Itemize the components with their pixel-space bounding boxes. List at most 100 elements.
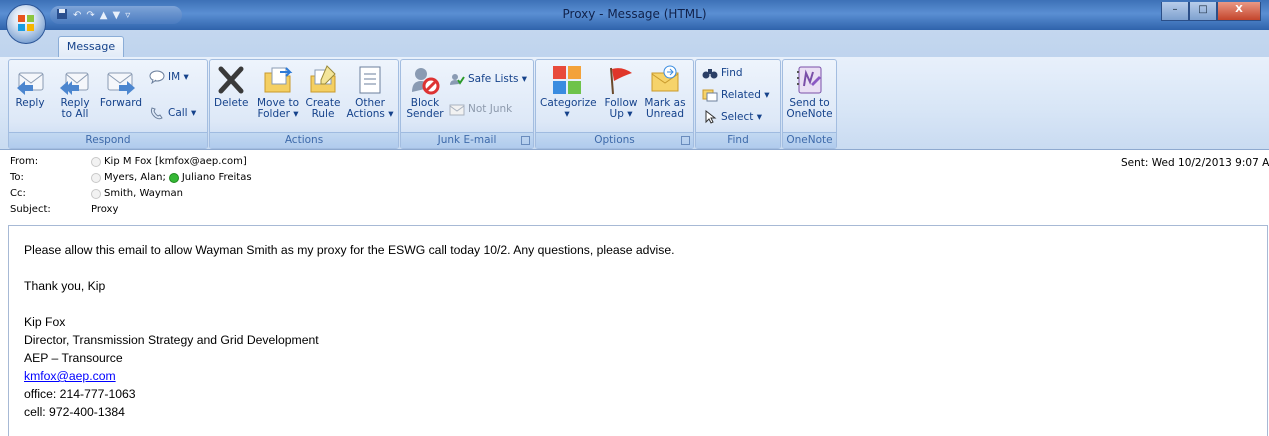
signature-cell-phone: cell: 972-400-1384 bbox=[24, 405, 125, 419]
binoculars-icon bbox=[702, 66, 718, 80]
tab-message[interactable]: Message bbox=[58, 36, 124, 59]
message-body[interactable]: Please allow this email to allow Wayman … bbox=[8, 225, 1268, 436]
minimize-button[interactable]: – bbox=[1161, 2, 1189, 21]
related-icon bbox=[702, 88, 718, 102]
group-title-respond: Respond bbox=[9, 132, 207, 148]
delete-label: Delete bbox=[214, 97, 249, 109]
group-title-find: Find bbox=[696, 132, 780, 148]
chat-bubble-icon bbox=[149, 70, 165, 85]
reply-all-icon bbox=[59, 64, 91, 96]
presence-offline-icon bbox=[91, 156, 101, 167]
group-junk-email: Block Sender Safe Lists ▾ Not Junk Junk … bbox=[400, 59, 534, 149]
subject-label: Subject: bbox=[10, 204, 51, 215]
find-label: Find bbox=[721, 67, 743, 79]
other-actions-button[interactable]: Other Actions ▾ bbox=[346, 64, 394, 120]
sent-value: Wed 10/2/2013 9:07 A bbox=[1151, 157, 1269, 169]
block-sender-button[interactable]: Block Sender bbox=[405, 64, 445, 120]
body-paragraph-1: Please allow this email to allow Wayman … bbox=[24, 243, 675, 257]
block-sender-icon bbox=[409, 64, 441, 96]
onenote-icon bbox=[794, 64, 826, 96]
body-paragraph-2: Thank you, Kip bbox=[24, 279, 106, 293]
group-title-actions: Actions bbox=[210, 132, 398, 148]
window-controls: – □ X bbox=[1161, 2, 1261, 21]
forward-icon bbox=[105, 64, 137, 96]
reply-all-button[interactable]: Reply to All bbox=[55, 64, 95, 120]
not-junk-button[interactable]: Not Junk bbox=[449, 102, 512, 116]
delete-button[interactable]: Delete bbox=[214, 64, 249, 109]
not-junk-envelope-icon bbox=[449, 102, 465, 116]
group-find: Find Related ▾ Select ▾ Find bbox=[695, 59, 781, 149]
select-cursor-icon bbox=[702, 109, 718, 124]
from-field[interactable]: Kip M Fox [kmfox@aep.com] bbox=[91, 156, 247, 167]
group-title-junk: Junk E-mail bbox=[401, 132, 533, 148]
find-button[interactable]: Find bbox=[702, 66, 743, 80]
group-options: Categorize ▾ Follow Up ▾ Mark as Unread … bbox=[535, 59, 694, 149]
categorize-dropdown-label: ▾ bbox=[564, 108, 570, 120]
folder-move-icon bbox=[262, 64, 294, 96]
move-to-folder-button[interactable]: Move to Folder ▾ bbox=[254, 64, 302, 120]
forward-button[interactable]: Forward bbox=[99, 64, 143, 109]
call-button[interactable]: Call ▾ bbox=[149, 106, 196, 120]
create-label-2: Rule bbox=[311, 108, 335, 120]
reply-icon bbox=[14, 64, 46, 96]
office-button[interactable] bbox=[6, 4, 46, 44]
sent-info: Sent: Wed 10/2/2013 9:07 A bbox=[1121, 157, 1269, 169]
mark-label-2: Unread bbox=[646, 108, 684, 120]
categorize-icon bbox=[551, 64, 583, 96]
delete-x-icon bbox=[215, 64, 247, 96]
related-button[interactable]: Related ▾ bbox=[702, 88, 770, 102]
cc-field[interactable]: Smith, Wayman bbox=[91, 188, 183, 199]
presence-offline-icon bbox=[91, 188, 101, 199]
cc-recipient[interactable]: Smith, Wayman bbox=[104, 188, 183, 199]
send-to-onenote-button[interactable]: Send to OneNote bbox=[785, 64, 834, 120]
reply-label: Reply bbox=[15, 97, 45, 109]
to-label: To: bbox=[10, 172, 24, 183]
not-junk-label: Not Junk bbox=[468, 103, 513, 115]
close-button[interactable]: X bbox=[1217, 2, 1261, 21]
related-label: Related ▾ bbox=[721, 89, 770, 101]
from-label: From: bbox=[10, 156, 39, 167]
reply-button[interactable]: Reply bbox=[13, 64, 47, 109]
group-actions: Delete Move to Folder ▾ Create Rule Othe… bbox=[209, 59, 399, 149]
call-label: Call ▾ bbox=[168, 107, 197, 119]
phone-icon bbox=[149, 106, 165, 120]
signature-title: Director, Transmission Strategy and Grid… bbox=[24, 333, 319, 347]
signature-office-phone: office: 214-777-1063 bbox=[24, 387, 136, 401]
safe-lists-button[interactable]: Safe Lists ▾ bbox=[449, 72, 527, 86]
create-rule-icon bbox=[307, 64, 339, 96]
presence-offline-icon bbox=[91, 172, 101, 183]
sent-label: Sent: bbox=[1121, 157, 1149, 169]
safe-lists-label: Safe Lists ▾ bbox=[468, 73, 528, 85]
to-recipient-1[interactable]: Myers, Alan; bbox=[104, 172, 166, 183]
ribbon: Reply Reply to All Forward IM ▾ Call ▾ R… bbox=[0, 57, 1269, 150]
subject-value: Proxy bbox=[91, 204, 119, 215]
ribbon-tab-row: Message bbox=[0, 30, 1269, 59]
select-label: Select ▾ bbox=[721, 111, 763, 123]
group-title-onenote: OneNote bbox=[783, 132, 836, 148]
follow-up-button[interactable]: Follow Up ▾ bbox=[602, 64, 640, 120]
junk-dialog-launcher-icon[interactable] bbox=[521, 136, 530, 145]
create-rule-button[interactable]: Create Rule bbox=[304, 64, 342, 120]
safe-lists-icon bbox=[449, 72, 465, 86]
message-header: From: Kip M Fox [kmfox@aep.com] To: Myer… bbox=[0, 150, 1269, 222]
categorize-button[interactable]: Categorize ▾ bbox=[540, 64, 597, 120]
group-respond: Reply Reply to All Forward IM ▾ Call ▾ R… bbox=[8, 59, 208, 149]
presence-online-icon bbox=[168, 172, 179, 183]
signature-name: Kip Fox bbox=[24, 315, 66, 329]
to-field[interactable]: Myers, Alan; Juliano Freitas bbox=[91, 172, 252, 183]
im-button[interactable]: IM ▾ bbox=[149, 70, 189, 85]
maximize-button[interactable]: □ bbox=[1189, 2, 1217, 21]
onenote-label-2: OneNote bbox=[786, 108, 833, 120]
other-actions-icon bbox=[354, 64, 386, 96]
message-body-text: Please allow this email to allow Wayman … bbox=[24, 241, 675, 421]
to-recipient-2[interactable]: Juliano Freitas bbox=[182, 172, 252, 183]
select-button[interactable]: Select ▾ bbox=[702, 109, 763, 124]
from-value: Kip M Fox [kmfox@aep.com] bbox=[104, 156, 247, 167]
mark-as-unread-button[interactable]: Mark as Unread bbox=[642, 64, 688, 120]
follow-label-2: Up ▾ bbox=[609, 108, 633, 120]
im-label: IM ▾ bbox=[168, 71, 189, 83]
reply-all-label-2: to All bbox=[61, 108, 89, 120]
options-dialog-launcher-icon[interactable] bbox=[681, 136, 690, 145]
title-bar: ↶ ↷ ▲ ▼ ▿ Proxy - Message (HTML) – □ X bbox=[0, 0, 1269, 30]
signature-email-link[interactable]: kmfox@aep.com bbox=[24, 369, 116, 383]
